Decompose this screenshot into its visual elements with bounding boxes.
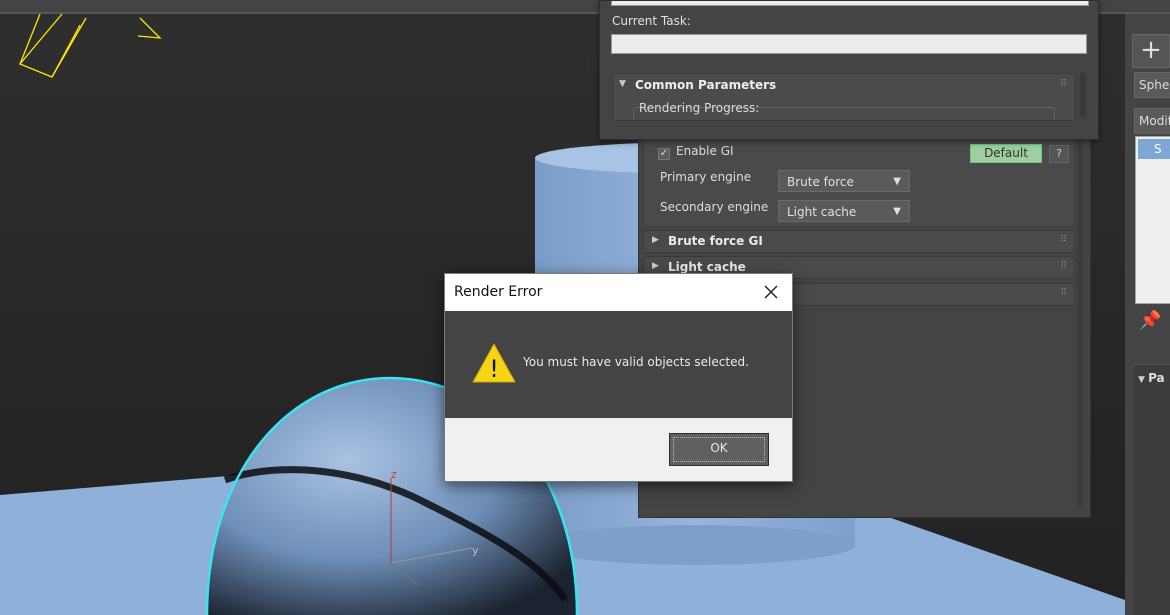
axis-y-label: y <box>472 544 479 557</box>
current-task-label: Current Task: <box>612 14 691 28</box>
camera-wireframe[interactable] <box>18 13 162 78</box>
drag-grip-icon[interactable]: ⠿ <box>1060 261 1067 271</box>
primary-engine-value: Brute force <box>787 175 854 189</box>
dialog-footer: OK <box>445 418 792 481</box>
total-progress-bar <box>611 1 1089 6</box>
rollout-title: Light cache <box>668 260 746 274</box>
dialog-message: You must have valid objects selected. <box>523 355 749 369</box>
modifier-stack[interactable]: S <box>1135 136 1170 304</box>
secondary-engine-dropdown[interactable]: Light cache ▼ <box>778 200 910 222</box>
ok-button[interactable]: OK <box>669 433 769 466</box>
command-panel: + Sphere Modifier List S 📌 ▼ Pa <box>1125 14 1170 615</box>
dropdown-arrow-icon: ▼ <box>893 206 901 217</box>
parameters-rollout-title: Pa <box>1148 371 1165 385</box>
global-illumination-rollout: ✓ Enable GI Default ? Primary engine Brut… <box>643 129 1075 227</box>
close-icon[interactable] <box>761 282 781 302</box>
expand-triangle-icon: ▶ <box>652 235 659 245</box>
axis-x-label: x <box>420 582 427 595</box>
current-task-progress-bar <box>611 34 1087 54</box>
dropdown-arrow-icon: ▼ <box>893 176 901 187</box>
create-tab-button[interactable]: + <box>1132 34 1170 68</box>
progress-window-scrollbar[interactable] <box>1080 73 1086 117</box>
secondary-engine-value: Light cache <box>787 205 857 219</box>
render-error-dialog: Render Error ! You must have valid objec… <box>444 273 793 482</box>
drag-grip-icon[interactable]: ⠿ <box>1060 288 1067 298</box>
modifier-list-dropdown[interactable]: Modifier List <box>1134 108 1170 134</box>
warning-icon: ! <box>472 342 516 383</box>
dialog-title: Render Error <box>454 284 543 300</box>
rollout-brute-force-gi[interactable]: ▶ Brute force GI ⠿ <box>643 230 1075 253</box>
checkmark-icon: ✓ <box>658 148 670 160</box>
rollout-title: Brute force GI <box>668 234 763 248</box>
rendering-progress-label: Rendering Progress: <box>639 101 760 115</box>
render-setup-scrollbar[interactable] <box>1077 129 1083 509</box>
default-mode-button[interactable]: Default <box>970 144 1042 163</box>
axis-z-label: z <box>391 468 397 481</box>
object-name-field[interactable]: Sphere <box>1134 72 1170 98</box>
enable-gi-label: Enable GI <box>676 144 734 158</box>
secondary-engine-label: Secondary engine <box>660 200 769 214</box>
collapse-triangle-icon: ▼ <box>1138 375 1149 385</box>
common-parameters-rollout[interactable]: ▼ Common Parameters ⠿ Rendering Progress… <box>612 73 1076 121</box>
pin-stack-icon[interactable]: 📌 <box>1139 310 1161 331</box>
collapse-triangle-icon: ▼ <box>619 79 626 89</box>
primary-engine-label: Primary engine <box>660 170 752 184</box>
svg-text:!: ! <box>489 355 499 383</box>
parameters-rollout[interactable]: ▼ Pa <box>1134 364 1170 615</box>
modifier-stack-item[interactable]: S <box>1138 139 1170 159</box>
help-button[interactable]: ? <box>1049 145 1069 163</box>
drag-grip-icon[interactable]: ⠿ <box>1060 235 1067 245</box>
rendering-progress-window: Current Task: ▼ Common Parameters ⠿ Rend… <box>599 0 1099 140</box>
primary-engine-dropdown[interactable]: Brute force ▼ <box>778 170 910 192</box>
common-parameters-title: Common Parameters <box>635 78 777 92</box>
drag-grip-icon[interactable]: ⠿ <box>1060 79 1067 89</box>
expand-triangle-icon: ▶ <box>652 261 659 271</box>
dialog-body: ! You must have valid objects selected. <box>445 311 792 418</box>
enable-gi-checkbox[interactable]: ✓ Enable GI <box>658 144 734 160</box>
